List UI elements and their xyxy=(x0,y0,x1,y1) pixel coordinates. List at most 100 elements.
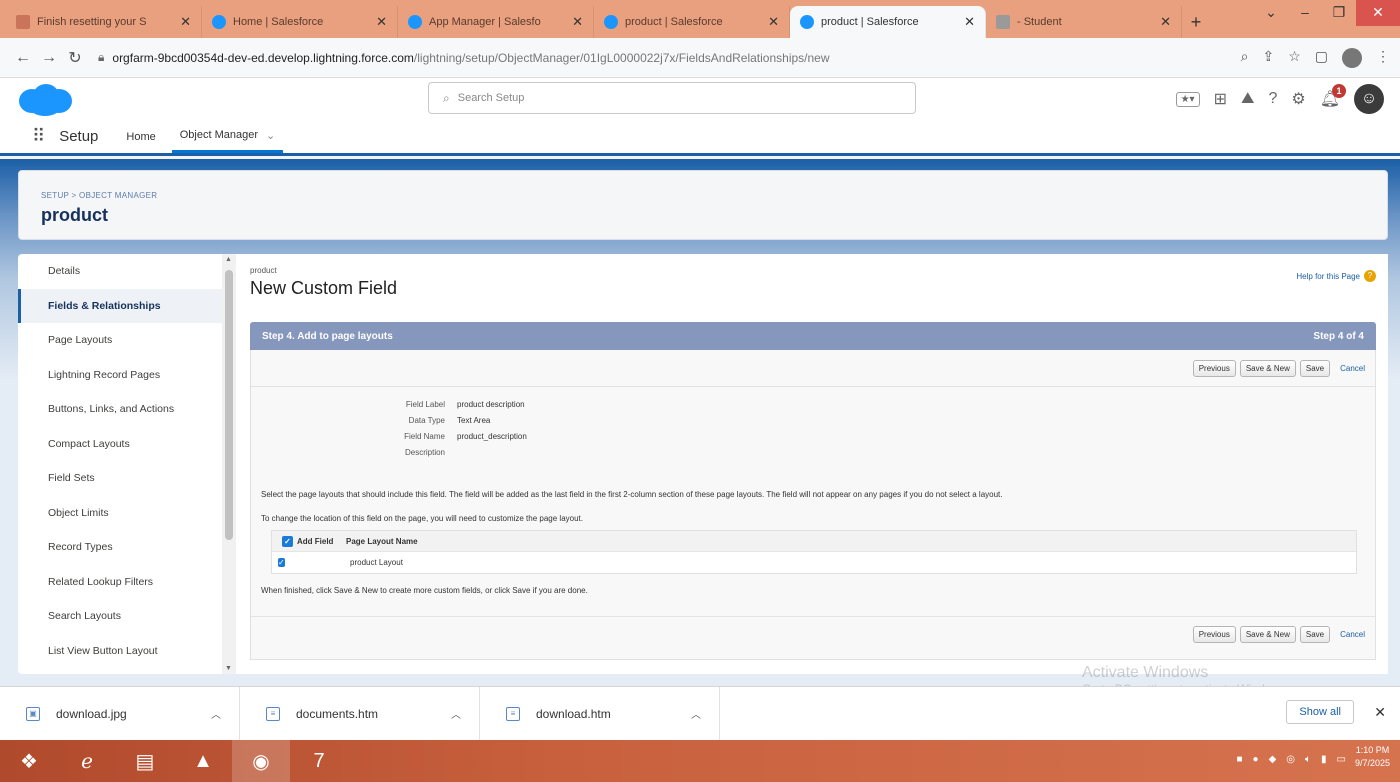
show-all-downloads-button[interactable]: Show all xyxy=(1286,700,1354,724)
bookmark-star-icon[interactable]: ☆ xyxy=(1288,48,1301,68)
side-panel-icon[interactable]: ▢ xyxy=(1315,48,1328,68)
header-icons: ★▾ ⊞ ⛰ ? ⚙ 🔔︎ 1 ☺ xyxy=(1175,84,1384,114)
scrollbar-thumb[interactable] xyxy=(225,270,233,540)
notifications-bell-icon[interactable]: 🔔︎ 1 xyxy=(1320,84,1346,109)
vlc-icon[interactable]: ▲ xyxy=(174,740,232,782)
page-layout-name-header: Page Layout Name xyxy=(346,536,418,546)
sidebar-item-search-layouts[interactable]: Search Layouts xyxy=(18,599,236,634)
taskbar-clock[interactable]: 1:10 PM 9/7/2025 xyxy=(1355,744,1390,770)
step-body: Previous Save & New Save Cancel Field La… xyxy=(250,350,1376,660)
tray-app-icon[interactable]: ■ xyxy=(1237,754,1243,765)
sidebar-item-lightning-record-pages[interactable]: Lightning Record Pages xyxy=(18,358,236,393)
sidebar-item-record-types[interactable]: Record Types xyxy=(18,530,236,565)
user-avatar[interactable]: ☺ xyxy=(1354,84,1384,114)
chevron-down-icon[interactable]: ⌄ xyxy=(266,129,275,142)
reload-icon[interactable]: ↻ xyxy=(62,48,88,68)
save-button[interactable]: Save xyxy=(1299,626,1331,643)
search-setup-input[interactable]: ⌕ Search Setup xyxy=(428,82,916,114)
tray-network-icon[interactable]: ▮ xyxy=(1321,754,1327,765)
profile-avatar[interactable] xyxy=(1342,47,1362,68)
sidebar-item-fields-relationships[interactable]: Fields & Relationships xyxy=(18,288,236,323)
global-actions-icon[interactable]: ⊞ xyxy=(1214,89,1227,109)
system-tray: ■ ● ◆ ◎ 🔈︎ ▮ ▭ xyxy=(1237,754,1347,765)
setup-nav-bar: ⠿ Setup Home Object Manager ⌄ xyxy=(0,120,1400,156)
browser-tab-active[interactable]: product | Salesforce ✕ xyxy=(790,6,986,38)
sidebar-item-related-lookup-filters[interactable]: Related Lookup Filters xyxy=(18,565,236,600)
image-file-icon: ▣ xyxy=(26,706,40,721)
download-item[interactable]: ▣ download.jpg ︿ xyxy=(0,686,240,741)
sidebar-item-object-limits[interactable]: Object Limits xyxy=(18,496,236,531)
app-launcher-icon[interactable]: ⠿ xyxy=(32,126,45,147)
sidebar-item-field-sets[interactable]: Field Sets xyxy=(18,461,236,496)
menu-kebab-icon[interactable]: ⋮ xyxy=(1376,48,1390,68)
tray-notification-icon[interactable]: ▭ xyxy=(1337,754,1346,765)
previous-button[interactable]: Previous xyxy=(1192,360,1236,377)
new-tab-button[interactable]: + xyxy=(1182,6,1210,38)
sidebar-item-compact-layouts[interactable]: Compact Layouts xyxy=(18,427,236,462)
save-new-button[interactable]: Save & New xyxy=(1239,360,1296,377)
add-field-checkbox[interactable]: ✓ xyxy=(278,558,285,567)
forward-arrow-icon[interactable]: → xyxy=(36,49,62,67)
close-downloads-icon[interactable]: ✕ xyxy=(1374,704,1386,721)
select-all-checkbox[interactable]: ✓ xyxy=(282,535,293,547)
previous-button[interactable]: Previous xyxy=(1192,626,1236,643)
field-label: Description xyxy=(404,447,445,457)
app-seven-icon[interactable]: 7 xyxy=(290,740,348,782)
browser-tab[interactable]: Finish resetting your S ✕ xyxy=(6,6,202,38)
browser-tab[interactable]: product | Salesforce ✕ xyxy=(594,6,790,38)
browser-tab[interactable]: App Manager | Salesfo ✕ xyxy=(398,6,594,38)
chevron-up-icon[interactable]: ︿ xyxy=(691,706,701,721)
help-for-this-page-link[interactable]: Help for this Page? xyxy=(1296,270,1376,282)
close-tab-icon[interactable]: ✕ xyxy=(1160,14,1171,30)
zoom-icon[interactable]: ⌕ xyxy=(1241,48,1249,68)
tray-sync-icon[interactable]: ◎ xyxy=(1286,754,1295,765)
browser-tab[interactable]: - Student ✕ xyxy=(986,6,1182,38)
start-icon[interactable]: ❖ xyxy=(0,740,58,782)
close-tab-icon[interactable]: ✕ xyxy=(768,14,779,30)
close-window-icon[interactable]: ✕ xyxy=(1356,0,1400,26)
scroll-down-icon[interactable]: ▼ xyxy=(225,665,232,672)
trailhead-icon[interactable]: ⛰ xyxy=(1241,90,1254,108)
favorites-icon[interactable]: ★▾ xyxy=(1175,91,1200,107)
browser-tab[interactable]: Home | Salesforce ✕ xyxy=(202,6,398,38)
scroll-up-icon[interactable]: ▲ xyxy=(225,256,232,263)
salesforce-logo-icon[interactable] xyxy=(16,82,74,118)
salesforce-icon xyxy=(800,15,814,29)
maximize-icon[interactable]: ❐ xyxy=(1322,0,1356,26)
cancel-link[interactable]: Cancel xyxy=(1340,630,1365,639)
tray-shield-icon[interactable]: ◆ xyxy=(1269,754,1277,765)
close-tab-icon[interactable]: ✕ xyxy=(572,14,583,30)
nav-object-manager[interactable]: Object Manager ⌄ xyxy=(171,120,284,153)
save-button[interactable]: Save xyxy=(1299,360,1331,377)
window-controls: ⌄ – ❐ ✕ xyxy=(1254,0,1400,26)
tray-antivirus-icon[interactable]: ● xyxy=(1253,754,1259,765)
sidebar-item-buttons-links-actions[interactable]: Buttons, Links, and Actions xyxy=(18,392,236,427)
tray-volume-icon[interactable]: 🔈︎ xyxy=(1305,754,1311,765)
step-header: Step 4. Add to page layouts Step 4 of 4 xyxy=(250,322,1376,350)
nav-home[interactable]: Home xyxy=(126,131,155,143)
help-icon[interactable]: ? xyxy=(1268,90,1277,108)
sidebar-item-page-layouts[interactable]: Page Layouts xyxy=(18,323,236,358)
close-tab-icon[interactable]: ✕ xyxy=(180,14,191,30)
url-field[interactable]: 🔒︎ orgfarm-9bcd00354d-dev-ed.develop.lig… xyxy=(98,50,1241,65)
share-icon[interactable]: ⇪ xyxy=(1262,48,1274,68)
file-explorer-icon[interactable]: ▤ xyxy=(116,740,174,782)
download-item[interactable]: ≡ download.htm ︿ xyxy=(480,686,720,741)
breadcrumb[interactable]: SETUP > OBJECT MANAGER xyxy=(41,191,157,200)
back-arrow-icon[interactable]: ← xyxy=(10,49,36,67)
chevron-up-icon[interactable]: ︿ xyxy=(451,706,461,721)
sidebar-item-details[interactable]: Details xyxy=(18,254,236,289)
close-tab-icon[interactable]: ✕ xyxy=(376,14,387,30)
cancel-link[interactable]: Cancel xyxy=(1340,364,1365,373)
gear-icon[interactable]: ⚙ xyxy=(1291,89,1305,109)
download-item[interactable]: ≡ documents.htm ︿ xyxy=(240,686,480,741)
tab-search-icon[interactable]: ⌄ xyxy=(1254,0,1288,26)
internet-explorer-icon[interactable]: ℯ xyxy=(58,740,116,782)
sidebar-scrollbar[interactable]: ▲ ▼ xyxy=(222,254,236,674)
minimize-icon[interactable]: – xyxy=(1288,0,1322,26)
chrome-icon[interactable]: ◉ xyxy=(232,740,290,782)
save-new-button[interactable]: Save & New xyxy=(1239,626,1296,643)
sidebar-item-list-view-button-layout[interactable]: List View Button Layout xyxy=(18,634,236,669)
chevron-up-icon[interactable]: ︿ xyxy=(211,706,221,721)
close-tab-icon[interactable]: ✕ xyxy=(964,14,975,30)
